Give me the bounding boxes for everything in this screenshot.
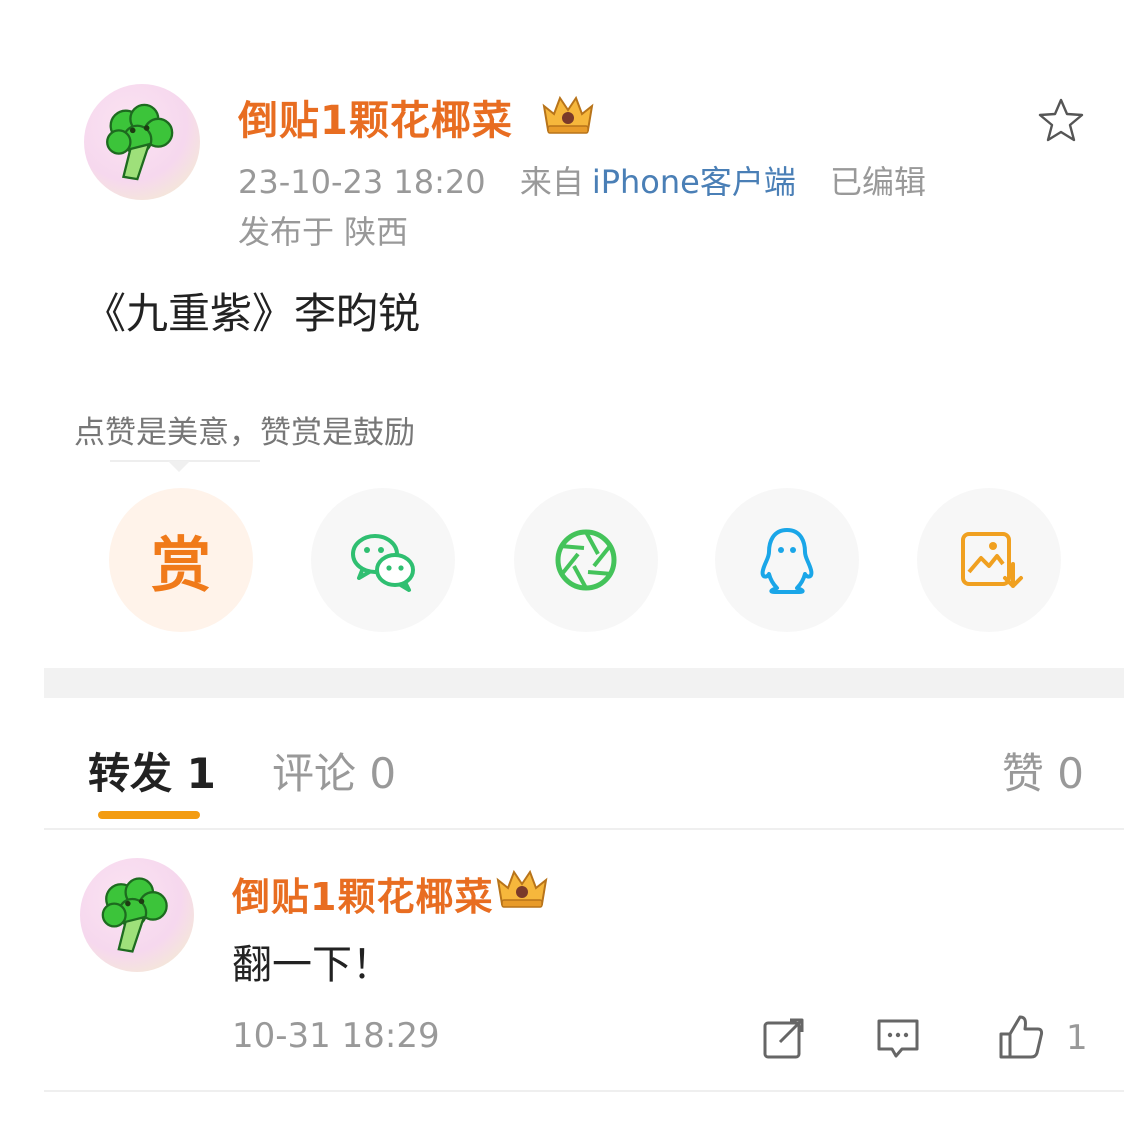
broccoli-icon [101, 877, 168, 953]
repost-text: 翻一下！ [232, 942, 392, 988]
comment-icon[interactable] [874, 1014, 922, 1062]
tab-forward[interactable]: 转发 1 [88, 740, 216, 801]
share-moments-button[interactable] [514, 488, 658, 632]
star-icon[interactable] [1036, 96, 1086, 146]
tab-comment[interactable]: 评论 0 [272, 740, 396, 801]
save-image-button[interactable] [917, 488, 1061, 632]
post-meta: 23-10-23 18:20 来自 iPhone客户端 已编辑 [238, 157, 926, 203]
weibo-post-page: 倒贴1颗花椰菜 23-10-23 18:20 来自 iPhone客户端 已编辑 发… [0, 0, 1142, 1138]
qq-icon [760, 528, 814, 594]
broccoli-icon [106, 103, 174, 181]
moments-icon [555, 529, 617, 591]
wechat-icon [351, 534, 415, 592]
repost-avatar[interactable] [80, 858, 194, 972]
active-tab-indicator [98, 811, 200, 819]
tip-arrow [168, 461, 190, 472]
like-count: 1 [1066, 1018, 1088, 1058]
author-avatar[interactable] [84, 84, 200, 200]
post-timestamp: 23-10-23 18:20 [238, 163, 486, 201]
vip-crown-icon [496, 869, 548, 908]
reward-label: 赏 [151, 530, 211, 601]
repost-author-name[interactable]: 倒贴1颗花椰菜 [232, 866, 493, 921]
repost-icon[interactable] [760, 1014, 808, 1062]
share-qq-button[interactable] [715, 488, 859, 632]
client-link[interactable]: iPhone客户端 [592, 163, 796, 201]
repost-time: 10-31 18:29 [232, 1016, 440, 1056]
tab-like[interactable]: 赞 0 [1002, 740, 1084, 801]
source-prefix: 来自 [519, 163, 584, 201]
divider [44, 828, 1124, 830]
like-icon[interactable] [996, 1012, 1046, 1062]
save-image-icon [961, 532, 1023, 588]
share-wechat-button[interactable] [311, 488, 455, 632]
edited-label[interactable]: 已编辑 [830, 163, 926, 201]
vip-crown-icon [542, 95, 594, 134]
post-location: 发布于 陕西 [238, 213, 409, 251]
reward-tip: 点赞是美意，赞赏是鼓励 [74, 415, 415, 451]
reward-button[interactable]: 赏 [109, 488, 253, 632]
divider [44, 1090, 1124, 1092]
post-content: 《九重紫》李昀锐 [84, 289, 421, 338]
author-name[interactable]: 倒贴1颗花椰菜 [238, 88, 513, 146]
section-divider [44, 668, 1124, 698]
